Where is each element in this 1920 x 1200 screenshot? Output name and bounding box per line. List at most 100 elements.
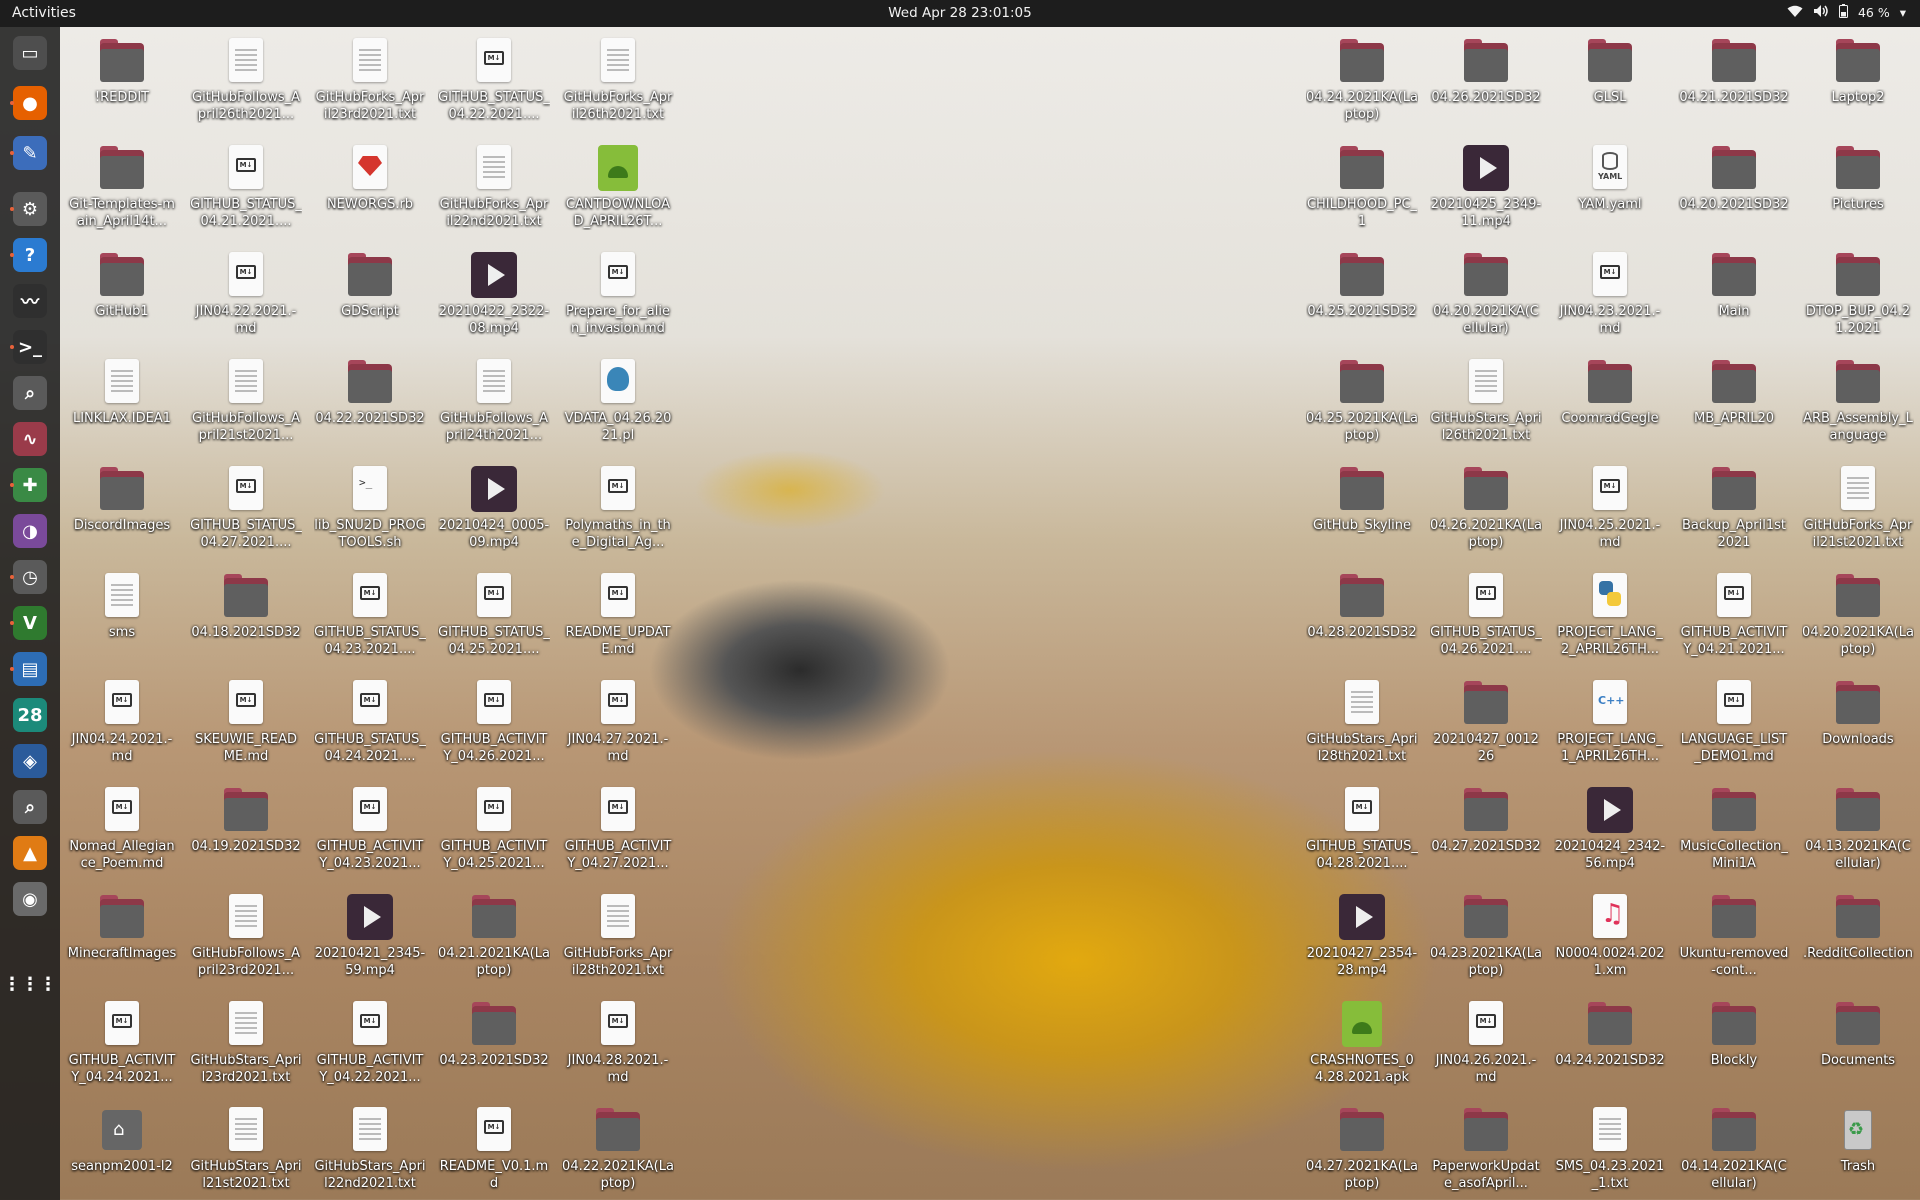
desktop-file-item[interactable]: GitHubFollows_April26th2021... (190, 31, 302, 135)
desktop-folder-item[interactable]: 04.14.2021KA(Cellular) (1678, 1100, 1790, 1200)
desktop-file-item[interactable]: M↓ GITHUB_ACTIVITY_04.23.2021... (314, 780, 426, 884)
dock-item-vlc[interactable]: ▲ (8, 831, 52, 875)
desktop-file-item[interactable]: M↓ Prepare_for_alien_invasion.md (562, 245, 674, 349)
desktop-file-item[interactable]: GitHubStars_April21st2021.txt (190, 1100, 302, 1200)
desktop-folder-item[interactable]: .RedditCollection (1802, 887, 1914, 991)
desktop-file-item[interactable]: 20210425_2349-11.mp4 (1430, 138, 1542, 242)
desktop-file-item[interactable]: YAML YAM.yaml (1554, 138, 1666, 242)
dock-item-puzzle[interactable]: ✚ (8, 463, 52, 507)
dock-item-system-monitor[interactable]: 〰 (8, 279, 52, 323)
desktop-file-item[interactable]: M↓ LANGUAGE_LIST_DEMO1.md (1678, 673, 1790, 777)
desktop-folder-item[interactable]: 04.24.2021SD32 (1554, 994, 1666, 1098)
desktop-file-item[interactable]: M↓ SKEUWIE_README.md (190, 673, 302, 777)
desktop-folder-item[interactable]: CHILDHOOD_PC_1 (1306, 138, 1418, 242)
desktop-folder-item[interactable]: 04.28.2021SD32 (1306, 566, 1418, 670)
desktop-file-item[interactable]: M↓ GITHUB_ACTIVITY_04.24.2021... (66, 994, 178, 1098)
desktop-folder-item[interactable]: 04.23.2021KA(Laptop) (1430, 887, 1542, 991)
desktop-file-item[interactable]: GitHubForks_April22nd2021.txt (438, 138, 550, 242)
desktop-file-item[interactable]: 20210427_2354-28.mp4 (1306, 887, 1418, 991)
activities-button[interactable]: Activities (12, 5, 76, 21)
desktop-folder-item[interactable]: 04.21.2021KA(Laptop) (438, 887, 550, 991)
desktop-file-item[interactable]: M↓ JIN04.26.2021.-md (1430, 994, 1542, 1098)
desktop-file-item[interactable]: GitHubFollows_April23rd2021... (190, 887, 302, 991)
dock-item-disc[interactable]: ◉ (8, 877, 52, 921)
desktop-folder-item[interactable]: 04.22.2021SD32 (314, 352, 426, 456)
desktop-folder-item[interactable]: 04.24.2021KA(Laptop) (1306, 31, 1418, 135)
desktop-folder-item[interactable]: 04.21.2021SD32 (1678, 31, 1790, 135)
dock-item-vim[interactable]: V (8, 601, 52, 645)
desktop-file-item[interactable]: M↓ GITHUB_STATUS_04.28.2021.... (1306, 780, 1418, 884)
desktop-file-item[interactable]: GitHubForks_April23rd2021.txt (314, 31, 426, 135)
desktop-folder-item[interactable]: 04.25.2021KA(Laptop) (1306, 352, 1418, 456)
desktop-file-item[interactable]: M↓ GITHUB_ACTIVITY_04.27.2021... (562, 780, 674, 884)
desktop-file-item[interactable]: VDATA_04.26.2021.pl (562, 352, 674, 456)
desktop-file-item[interactable]: GitHubFollows_April21st2021... (190, 352, 302, 456)
desktop-file-item[interactable]: M↓ JIN04.25.2021.-md (1554, 459, 1666, 563)
desktop-file-item[interactable]: M↓ GITHUB_STATUS_04.22.2021.... (438, 31, 550, 135)
desktop-file-item[interactable]: M↓ JIN04.23.2021.-md (1554, 245, 1666, 349)
desktop-folder-item[interactable]: 04.26.2021SD32 (1430, 31, 1542, 135)
desktop-file-item[interactable]: GitHubStars_April22nd2021.txt (314, 1100, 426, 1200)
desktop-folder-item[interactable]: !REDDIT (66, 31, 178, 135)
desktop-file-item[interactable]: M↓ Polymaths_in_the_Digital_Ag... (562, 459, 674, 563)
dock-item-terminal[interactable]: >_ (8, 325, 52, 369)
desktop-file-item[interactable]: M↓ GITHUB_ACTIVITY_04.22.2021... (314, 994, 426, 1098)
desktop-file-item[interactable]: M↓ Nomad_Allegiance_Poem.md (66, 780, 178, 884)
dock-item-search[interactable]: ⌕ (8, 371, 52, 415)
desktop-folder-item[interactable]: Main (1678, 245, 1790, 349)
dock-item-calendar[interactable]: 28 (8, 693, 52, 737)
desktop-folder-item[interactable]: DiscordImages (66, 459, 178, 563)
desktop-folder-item[interactable]: 04.13.2021KA(Cellular) (1802, 780, 1914, 884)
desktop-folder-item[interactable]: ARB_Assembly_Language (1802, 352, 1914, 456)
dock-item-files[interactable]: ▭ (8, 31, 52, 75)
dock-item-search2[interactable]: ⌕ (8, 785, 52, 829)
desktop-folder-item[interactable]: 04.23.2021SD32 (438, 994, 550, 1098)
desktop-folder-item[interactable]: Pictures (1802, 138, 1914, 242)
desktop-file-item[interactable]: M↓ GITHUB_STATUS_04.24.2021.... (314, 673, 426, 777)
dock-item-firefox[interactable]: ● (8, 81, 52, 125)
desktop-folder-item[interactable]: GitHub1 (66, 245, 178, 349)
desktop-file-item[interactable]: NEWORGS.rb (314, 138, 426, 242)
desktop-file-item[interactable]: M↓ GITHUB_STATUS_04.21.2021.... (190, 138, 302, 242)
desktop-folder-item[interactable]: PaperworkUpdate_asofApril... (1430, 1100, 1542, 1200)
desktop-file-item[interactable]: M↓ GITHUB_STATUS_04.27.2021.... (190, 459, 302, 563)
desktop-folder-item[interactable]: 04.20.2021KA(Cellular) (1430, 245, 1542, 349)
desktop-folder-item[interactable]: Laptop2 (1802, 31, 1914, 135)
desktop-file-item[interactable]: LINKLAX.IDEA1 (66, 352, 178, 456)
desktop-file-item[interactable]: 20210422_2322-08.mp4 (438, 245, 550, 349)
desktop-file-item[interactable]: GitHubForks_April28th2021.txt (562, 887, 674, 991)
desktop-file-item[interactable]: M↓ JIN04.27.2021.-md (562, 673, 674, 777)
desktop-folder-item[interactable]: GDScript (314, 245, 426, 349)
desktop-file-item[interactable]: ⌂ seanpm2001-l2 (66, 1100, 178, 1200)
desktop-folder-item[interactable]: Ukuntu-removed-cont... (1678, 887, 1790, 991)
desktop-file-item[interactable]: GitHubFollows_April24th2021... (438, 352, 550, 456)
desktop-folder-item[interactable]: DTOP_BUP_04.21.2021 (1802, 245, 1914, 349)
desktop-folder-item[interactable]: 04.20.2021SD32 (1678, 138, 1790, 242)
desktop-file-item[interactable]: M↓ JIN04.24.2021.-md (66, 673, 178, 777)
desktop-folder-item[interactable]: Backup_April1st2021 (1678, 459, 1790, 563)
desktop-file-item[interactable]: M↓ GITHUB_ACTIVITY_04.25.2021... (438, 780, 550, 884)
system-status-area[interactable]: 46 % ▾ (1787, 4, 1906, 21)
desktop-folder-item[interactable]: GLSL (1554, 31, 1666, 135)
dock-item-text-editor[interactable]: ✎ (8, 131, 52, 175)
desktop-file-item[interactable]: 20210424_2342-56.mp4 (1554, 780, 1666, 884)
desktop-folder-item[interactable]: 04.26.2021KA(Laptop) (1430, 459, 1542, 563)
desktop-file-item[interactable]: M↓ JIN04.28.2021.-md (562, 994, 674, 1098)
desktop-file-item[interactable]: M↓ GITHUB_STATUS_04.23.2021.... (314, 566, 426, 670)
desktop-folder-item[interactable]: MB_APRIL20 (1678, 352, 1790, 456)
desktop-file-item[interactable]: SMS_04.23.2021_1.txt (1554, 1100, 1666, 1200)
desktop-file-item[interactable]: M↓ README_UPDATE.md (562, 566, 674, 670)
dock-item-sound-recorder[interactable]: ∿ (8, 417, 52, 461)
desktop-file-item[interactable]: M↓ JIN04.22.2021.-md (190, 245, 302, 349)
desktop-folder-item[interactable]: 04.19.2021SD32 (190, 780, 302, 884)
desktop-file-item[interactable]: 20210421_2345-59.mp4 (314, 887, 426, 991)
desktop-folder-item[interactable]: Git-Templates-main_April14t... (66, 138, 178, 242)
desktop-trash-item[interactable]: ♻ Trash (1802, 1100, 1914, 1200)
clock[interactable]: Wed Apr 28 23:01:05 (0, 5, 1920, 21)
desktop-folder-item[interactable]: 04.18.2021SD32 (190, 566, 302, 670)
desktop-file-item[interactable]: M↓ README_V0.1.md (438, 1100, 550, 1200)
desktop-file-item[interactable]: M↓ GITHUB_STATUS_04.26.2021.... (1430, 566, 1542, 670)
desktop-file-item[interactable]: C++ PROJECT_LANG_1_APRIL26TH... (1554, 673, 1666, 777)
desktop-file-item[interactable]: GitHubForks_April21st2021.txt (1802, 459, 1914, 563)
dock-item-virtualbox[interactable]: ◈ (8, 739, 52, 783)
